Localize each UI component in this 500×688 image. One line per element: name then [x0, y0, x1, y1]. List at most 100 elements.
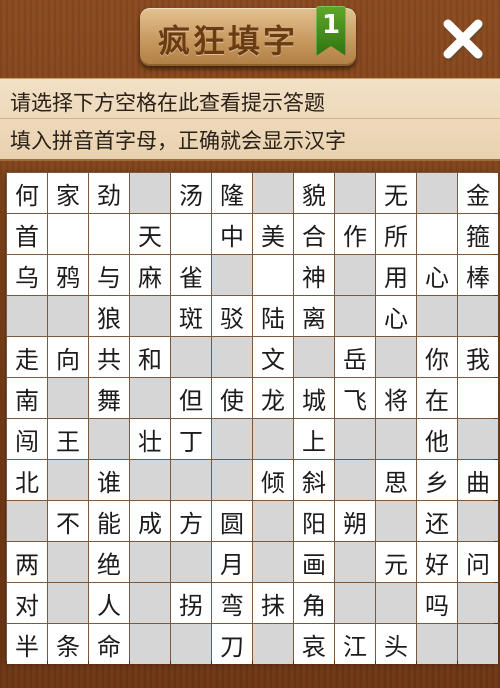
letter-cell[interactable]: 闯 [7, 419, 47, 459]
letter-cell[interactable]: 阳 [294, 501, 334, 541]
letter-cell[interactable]: 无 [376, 173, 416, 213]
letter-cell[interactable]: 成 [130, 501, 170, 541]
letter-cell[interactable]: 雀 [171, 255, 211, 295]
letter-cell[interactable]: 神 [294, 255, 334, 295]
letter-cell[interactable]: 斜 [294, 460, 334, 500]
letter-cell[interactable]: 抹 [253, 583, 293, 623]
empty-answer-cell[interactable] [48, 214, 88, 254]
letter-cell[interactable]: 月 [212, 542, 252, 582]
letter-cell[interactable]: 谁 [89, 460, 129, 500]
letter-cell[interactable]: 刀 [212, 624, 252, 664]
letter-cell[interactable]: 家 [48, 173, 88, 213]
letter-cell[interactable]: 首 [7, 214, 47, 254]
letter-cell[interactable]: 倾 [253, 460, 293, 500]
letter-cell[interactable]: 条 [48, 624, 88, 664]
letter-cell[interactable]: 曲 [458, 460, 498, 500]
letter-cell[interactable]: 何 [7, 173, 47, 213]
letter-cell[interactable]: 舞 [89, 378, 129, 418]
letter-cell[interactable]: 两 [7, 542, 47, 582]
letter-cell[interactable]: 他 [417, 419, 457, 459]
letter-cell[interactable]: 哀 [294, 624, 334, 664]
letter-cell[interactable]: 文 [253, 337, 293, 377]
letter-cell[interactable]: 人 [89, 583, 129, 623]
letter-cell[interactable]: 但 [171, 378, 211, 418]
letter-cell[interactable]: 陆 [253, 296, 293, 336]
letter-cell[interactable]: 丁 [171, 419, 211, 459]
letter-cell[interactable]: 棒 [458, 255, 498, 295]
letter-cell[interactable]: 弯 [212, 583, 252, 623]
letter-cell[interactable]: 半 [7, 624, 47, 664]
letter-cell[interactable]: 岳 [335, 337, 375, 377]
letter-cell[interactable]: 江 [335, 624, 375, 664]
letter-cell[interactable]: 金 [458, 173, 498, 213]
letter-cell[interactable]: 画 [294, 542, 334, 582]
letter-cell[interactable]: 对 [7, 583, 47, 623]
letter-cell[interactable]: 你 [417, 337, 457, 377]
letter-cell[interactable]: 朔 [335, 501, 375, 541]
letter-cell[interactable]: 用 [376, 255, 416, 295]
letter-cell[interactable]: 貌 [294, 173, 334, 213]
letter-cell[interactable]: 劲 [89, 173, 129, 213]
letter-cell[interactable]: 天 [130, 214, 170, 254]
hint-panel: 请选择下方空格在此查看提示答题 填入拼音首字母，正确就会显示汉字 [0, 78, 500, 161]
letter-cell[interactable]: 方 [171, 501, 211, 541]
letter-cell[interactable]: 思 [376, 460, 416, 500]
letter-cell[interactable]: 中 [212, 214, 252, 254]
letter-cell[interactable]: 还 [417, 501, 457, 541]
letter-cell[interactable]: 鸦 [48, 255, 88, 295]
letter-cell[interactable]: 角 [294, 583, 334, 623]
letter-cell[interactable]: 圆 [212, 501, 252, 541]
empty-answer-cell[interactable] [253, 255, 293, 295]
letter-cell[interactable]: 在 [417, 378, 457, 418]
letter-cell[interactable]: 好 [417, 542, 457, 582]
letter-cell[interactable]: 麻 [130, 255, 170, 295]
empty-answer-cell[interactable] [89, 214, 129, 254]
letter-cell[interactable]: 头 [376, 624, 416, 664]
letter-cell[interactable]: 元 [376, 542, 416, 582]
letter-cell[interactable]: 拐 [171, 583, 211, 623]
blocked-cell [130, 460, 170, 500]
empty-answer-cell[interactable] [171, 214, 211, 254]
letter-cell[interactable]: 共 [89, 337, 129, 377]
letter-cell[interactable]: 心 [376, 296, 416, 336]
letter-cell[interactable]: 王 [48, 419, 88, 459]
letter-cell[interactable]: 乡 [417, 460, 457, 500]
empty-answer-cell[interactable] [417, 214, 457, 254]
letter-cell[interactable]: 离 [294, 296, 334, 336]
letter-cell[interactable]: 美 [253, 214, 293, 254]
letter-cell[interactable]: 飞 [335, 378, 375, 418]
letter-cell[interactable]: 向 [48, 337, 88, 377]
empty-answer-cell[interactable] [458, 378, 498, 418]
letter-cell[interactable]: 心 [417, 255, 457, 295]
close-button[interactable] [438, 14, 488, 64]
letter-cell[interactable]: 斑 [171, 296, 211, 336]
letter-cell[interactable]: 走 [7, 337, 47, 377]
letter-cell[interactable]: 驳 [212, 296, 252, 336]
letter-cell[interactable]: 作 [335, 214, 375, 254]
blocked-cell [171, 624, 211, 664]
letter-cell[interactable]: 将 [376, 378, 416, 418]
letter-cell[interactable]: 汤 [171, 173, 211, 213]
letter-cell[interactable]: 壮 [130, 419, 170, 459]
letter-cell[interactable]: 城 [294, 378, 334, 418]
letter-cell[interactable]: 能 [89, 501, 129, 541]
letter-cell[interactable]: 我 [458, 337, 498, 377]
letter-cell[interactable]: 箍 [458, 214, 498, 254]
letter-cell[interactable]: 和 [130, 337, 170, 377]
letter-cell[interactable]: 绝 [89, 542, 129, 582]
letter-cell[interactable]: 狼 [89, 296, 129, 336]
letter-cell[interactable]: 隆 [212, 173, 252, 213]
letter-cell[interactable]: 上 [294, 419, 334, 459]
letter-cell[interactable]: 不 [48, 501, 88, 541]
letter-cell[interactable]: 与 [89, 255, 129, 295]
letter-cell[interactable]: 命 [89, 624, 129, 664]
letter-cell[interactable]: 合 [294, 214, 334, 254]
letter-cell[interactable]: 所 [376, 214, 416, 254]
letter-cell[interactable]: 问 [458, 542, 498, 582]
letter-cell[interactable]: 北 [7, 460, 47, 500]
letter-cell[interactable]: 南 [7, 378, 47, 418]
letter-cell[interactable]: 乌 [7, 255, 47, 295]
letter-cell[interactable]: 吗 [417, 583, 457, 623]
letter-cell[interactable]: 龙 [253, 378, 293, 418]
letter-cell[interactable]: 使 [212, 378, 252, 418]
